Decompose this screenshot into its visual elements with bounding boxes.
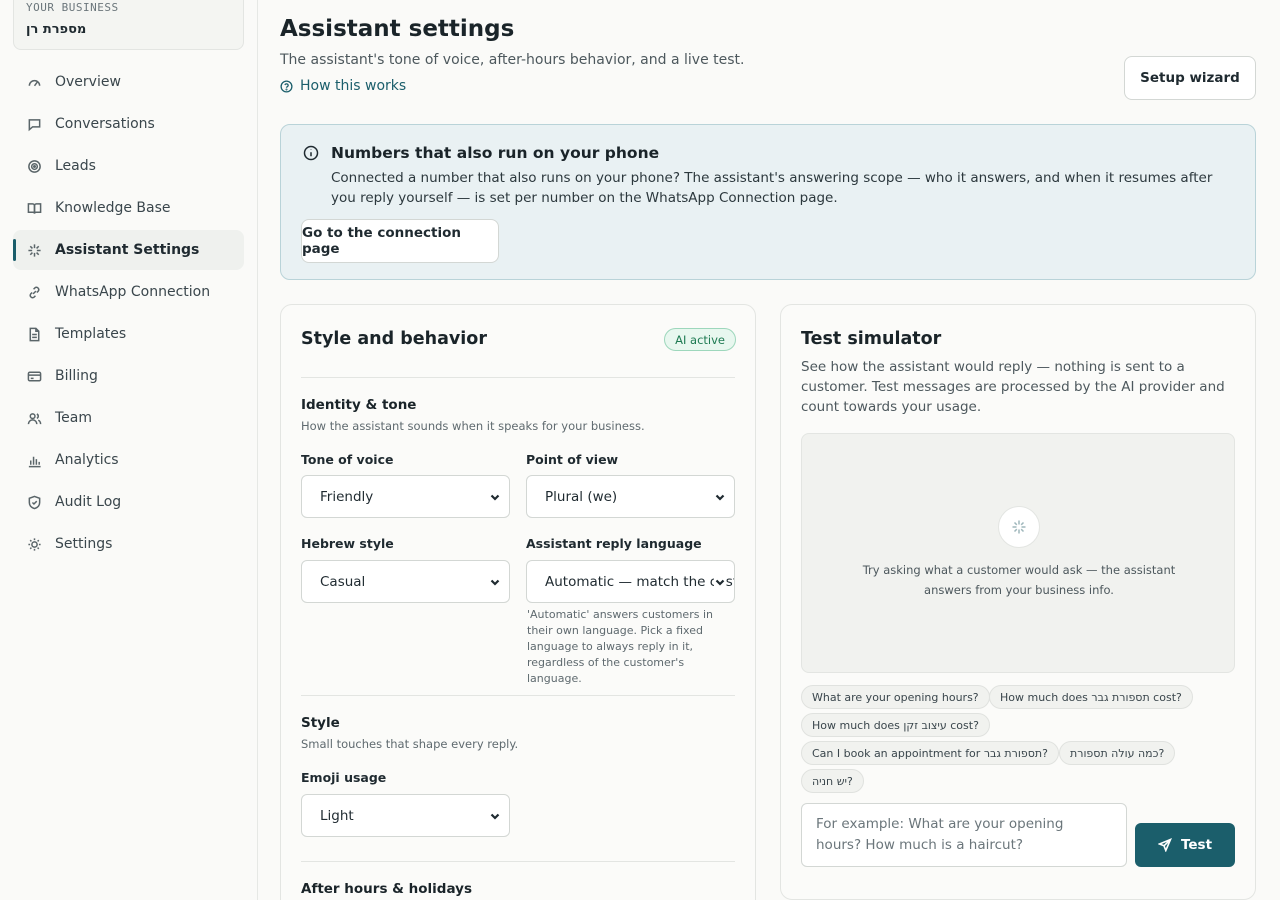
sidebar-item-label: Settings (55, 536, 113, 552)
test-button-label: Test (1180, 837, 1213, 853)
ai-status-badge: AI active (664, 328, 736, 351)
sidebar-item-label: Knowledge Base (55, 200, 171, 216)
divider (301, 695, 735, 696)
business-label: YOUR BUSINESS (26, 1, 119, 14)
emoji-value: Light (320, 807, 354, 824)
book-icon (26, 200, 42, 216)
reply-language-hint: 'Automatic' answers customers in their o… (527, 608, 713, 685)
hebrew-style-label: Hebrew style (301, 536, 394, 551)
chevron-down-icon (489, 810, 501, 822)
simulator-desc: See how the assistant would reply — noth… (801, 359, 1225, 415)
sidebar-item-label: Leads (55, 158, 96, 174)
sidebar-item-label: WhatsApp Connection (55, 284, 211, 300)
style-section-title: Style (301, 715, 340, 731)
help-circle-icon (280, 79, 293, 93)
suggestion-chip[interactable]: יש חניה? (801, 769, 864, 793)
suggestion-chip[interactable]: כמה עולה תספורת? (1059, 741, 1176, 765)
chevron-down-icon (489, 491, 501, 503)
hebrew-style-value: Casual (320, 573, 366, 590)
sparkle-icon (26, 242, 42, 258)
divider (301, 861, 735, 862)
sidebar-item-label: Assistant Settings (55, 242, 200, 258)
simulator-title: Test simulator (801, 329, 942, 349)
sidebar-item-label: Overview (55, 74, 121, 90)
style-behavior-card: Style and behavior AI active Identity & … (280, 304, 756, 900)
setup-wizard-button[interactable]: Setup wizard (1124, 56, 1256, 100)
simulator-empty-text: Try asking what a customer would ask — t… (862, 563, 1176, 597)
how-this-works-link[interactable]: How this works (280, 78, 406, 94)
chevron-down-icon (714, 576, 726, 588)
chat-bubble-icon (26, 116, 42, 132)
sidebar-item-assistant-settings[interactable]: Assistant Settings (13, 230, 244, 270)
link-icon (26, 284, 42, 300)
send-icon (1157, 838, 1172, 852)
reply-language-value: Automatic — match the customer (545, 573, 734, 590)
test-button[interactable]: Test (1135, 823, 1235, 867)
how-this-works-label: How this works (300, 78, 407, 94)
document-icon (26, 326, 42, 342)
sidebar-item-conversations[interactable]: Conversations (13, 104, 244, 144)
tone-select[interactable]: Friendly (301, 475, 510, 518)
target-icon (26, 158, 42, 174)
business-switcher[interactable]: YOUR BUSINESS מספרת רן (13, 0, 244, 50)
sidebar-item-label: Team (55, 410, 93, 426)
suggestion-chip[interactable]: What are your opening hours? (801, 685, 990, 709)
sidebar-item-label: Billing (55, 368, 98, 384)
sidebar-item-overview[interactable]: Overview (13, 62, 244, 102)
sidebar-item-knowledge-base[interactable]: Knowledge Base (13, 188, 244, 228)
users-icon (26, 410, 42, 426)
phone-numbers-banner: Numbers that also run on your phone Conn… (280, 124, 1256, 280)
sidebar-item-label: Audit Log (55, 494, 122, 510)
credit-card-icon (26, 368, 42, 384)
identity-section-title: Identity & tone (301, 397, 417, 413)
suggestion-chip[interactable]: How much does תספורת גבר cost? (989, 685, 1193, 709)
tone-label: Tone of voice (301, 452, 394, 467)
sidebar-item-settings[interactable]: Settings (13, 524, 244, 564)
reply-language-select[interactable]: Automatic — match the customer (526, 560, 735, 603)
emoji-label: Emoji usage (301, 770, 387, 785)
go-to-connection-button[interactable]: Go to the connection page (301, 219, 499, 263)
sparkle-icon (998, 506, 1040, 548)
divider (301, 377, 735, 378)
sidebar-item-templates[interactable]: Templates (13, 314, 244, 354)
chevron-down-icon (489, 576, 501, 588)
simulator-chat-area: Try asking what a customer would ask — t… (801, 433, 1235, 673)
chevron-down-icon (714, 491, 726, 503)
sidebar-item-analytics[interactable]: Analytics (13, 440, 244, 480)
pov-value: Plural (we) (545, 488, 618, 505)
sidebar-item-team[interactable]: Team (13, 398, 244, 438)
banner-text: Connected a number that also runs on you… (331, 170, 1213, 206)
suggestion-chip[interactable]: Can I book an appointment for תספורת גבר… (801, 741, 1059, 765)
page-subtitle: The assistant's tone of voice, after-hou… (280, 52, 745, 68)
style-section-desc: Small touches that shape every reply. (301, 737, 519, 751)
pov-label: Point of view (526, 452, 619, 467)
test-message-input[interactable]: For example: What are your opening hours… (801, 803, 1127, 867)
hebrew-style-select[interactable]: Casual (301, 560, 510, 603)
bar-chart-icon (26, 452, 42, 468)
sidebar-item-audit-log[interactable]: Audit Log (13, 482, 244, 522)
test-simulator-card: Test simulator See how the assistant wou… (780, 304, 1256, 900)
sidebar-item-billing[interactable]: Billing (13, 356, 244, 396)
reply-language-label: Assistant reply language (526, 536, 702, 551)
gauge-icon (26, 74, 42, 90)
after-hours-section-title: After hours & holidays (301, 881, 472, 897)
sidebar-item-label: Analytics (55, 452, 119, 468)
sidebar-item-label: Templates (55, 326, 127, 342)
style-card-title: Style and behavior (301, 329, 487, 349)
shield-icon (26, 494, 42, 510)
page-title: Assistant settings (280, 16, 515, 42)
info-icon (303, 145, 319, 161)
sidebar-item-whatsapp-connection[interactable]: WhatsApp Connection (13, 272, 244, 312)
emoji-select[interactable]: Light (301, 794, 510, 837)
sidebar-item-label: Conversations (55, 116, 155, 132)
banner-title: Numbers that also run on your phone (331, 144, 660, 162)
sidebar: YOUR BUSINESS מספרת רן Overview Conversa… (0, 0, 258, 900)
suggestion-chip[interactable]: How much does עיצוב זקן cost? (801, 713, 990, 737)
identity-section-desc: How the assistant sounds when it speaks … (301, 419, 645, 433)
tone-value: Friendly (320, 488, 374, 505)
pov-select[interactable]: Plural (we) (526, 475, 735, 518)
sidebar-item-leads[interactable]: Leads (13, 146, 244, 186)
business-name: מספרת רן (26, 22, 87, 37)
sun-gear-icon (26, 536, 42, 552)
